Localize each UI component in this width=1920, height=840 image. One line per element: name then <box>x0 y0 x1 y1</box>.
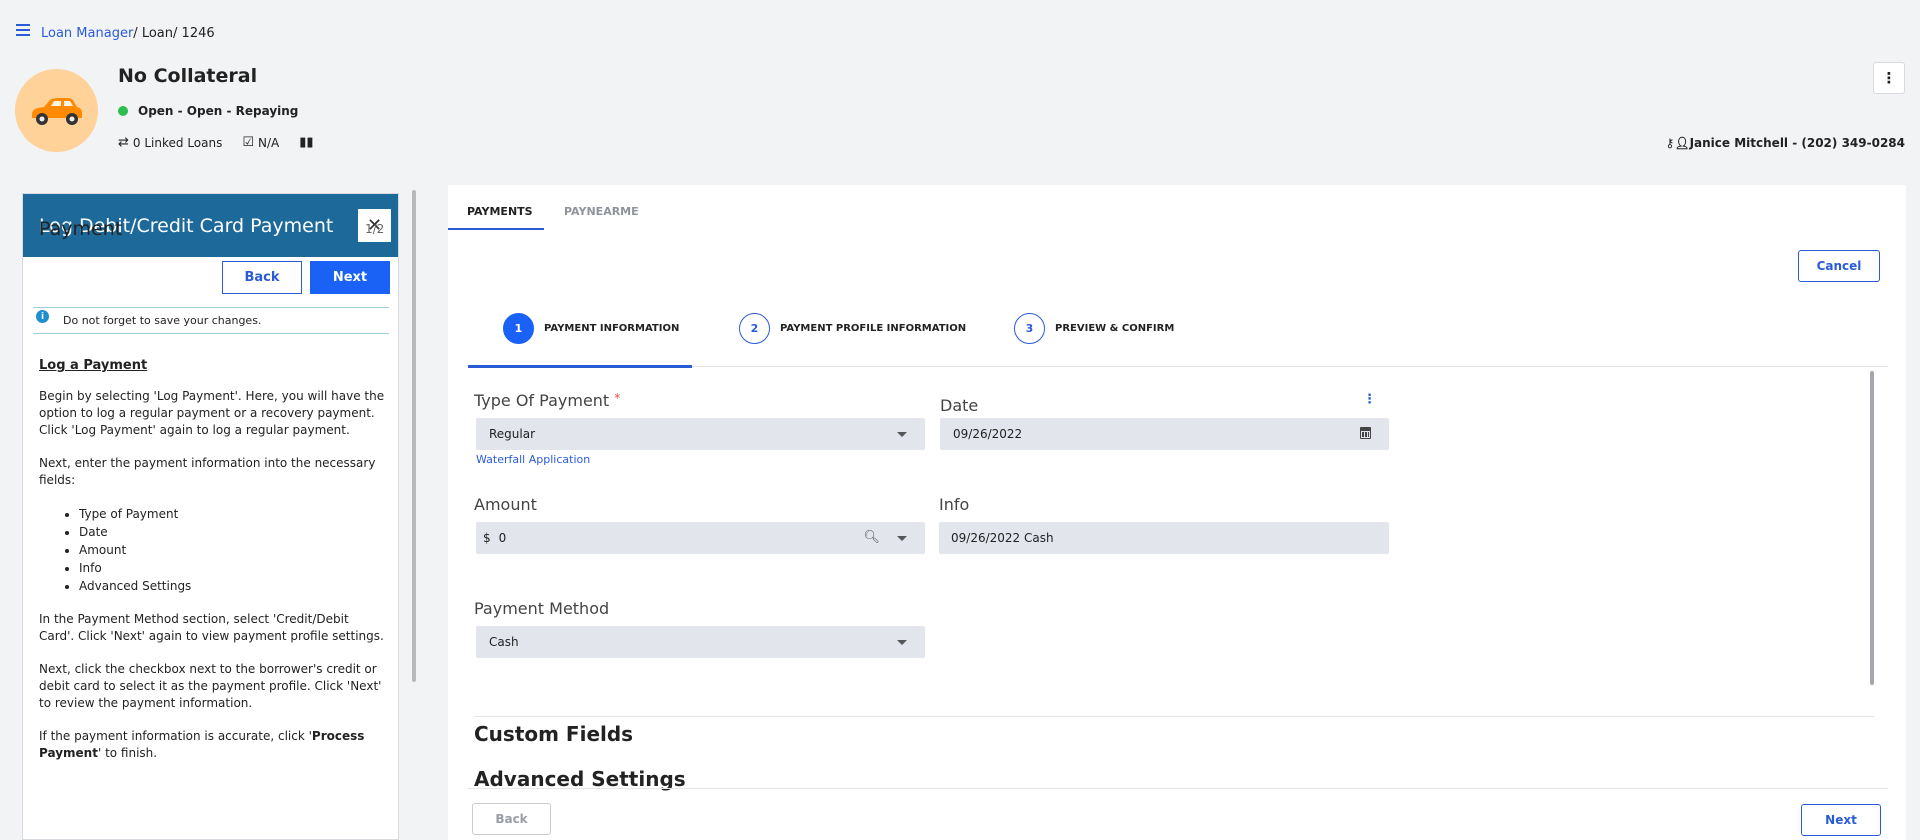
guide-panel: Log Debit/Credit Card Payment ✕ Payment … <box>22 193 399 840</box>
breadcrumb-loan: Loan <box>141 26 174 41</box>
tab-paynearme[interactable]: PAYNEARME <box>564 205 639 218</box>
step-preview-confirm[interactable]: 3 PREVIEW & CONFIRM <box>1014 313 1174 344</box>
status-badge: Open - Open - Repaying <box>118 104 298 118</box>
kebab-icon: ⋮ <box>1881 69 1897 87</box>
footer-divider <box>468 788 1888 789</box>
tab-bar: PAYMENTS PAYNEARME <box>448 185 1906 233</box>
user-icon: 👤︎ <box>1674 136 1690 150</box>
search-icon[interactable]: 🔍︎ <box>863 530 880 545</box>
amount-label: Amount <box>474 495 537 514</box>
guide-body: Log a Payment Begin by selecting 'Log Pa… <box>39 357 387 778</box>
active-tab-indicator <box>448 228 544 230</box>
stepper: 1 PAYMENT INFORMATION 2 PAYMENT PROFILE … <box>468 313 1888 353</box>
list-item: Date <box>79 523 387 541</box>
type-of-payment-select[interactable]: Regular <box>476 418 925 450</box>
avatar <box>15 69 98 152</box>
save-notice: i Do not forget to save your changes. <box>33 307 389 334</box>
menu-icon[interactable] <box>16 24 30 39</box>
status-dot-icon <box>118 106 128 116</box>
more-options-button[interactable]: ⋮ <box>1873 62 1905 94</box>
info-icon: i <box>36 310 49 323</box>
breadcrumb: Loan Manager/ Loan/ 1246 <box>41 26 215 41</box>
list-item: Advanced Settings <box>79 577 387 595</box>
date-field[interactable]: 09/26/2022 <box>940 418 1389 450</box>
guide-section-title: Log a Payment <box>39 358 148 373</box>
guide-paragraph: Next, click the checkbox next to the bor… <box>39 662 382 710</box>
step-payment-profile-information[interactable]: 2 PAYMENT PROFILE INFORMATION <box>739 313 966 344</box>
due-date: ☑ N/A <box>242 135 280 150</box>
date-label: Date <box>940 396 979 415</box>
list-item: Amount <box>79 541 387 559</box>
back-button[interactable]: Back <box>472 803 551 835</box>
guide-back-button[interactable]: Back <box>222 261 302 294</box>
date-options-kebab-icon[interactable]: ⋮ <box>1363 392 1376 407</box>
borrower-contact[interactable]: ⚷👤︎Janice Mitchell - (202) 349-0284 <box>1666 136 1905 150</box>
guide-field-list: Type of Payment Date Amount Info Advance… <box>79 505 387 595</box>
folder-icon[interactable]: ▮▮ <box>299 135 317 150</box>
waterfall-application-link[interactable]: Waterfall Application <box>476 453 590 466</box>
loan-title: No Collateral <box>118 65 258 87</box>
guide-next-button[interactable]: Next <box>310 261 390 294</box>
guide-page-count: 1/2 <box>365 222 385 236</box>
tab-payments[interactable]: PAYMENTS <box>467 205 533 218</box>
type-of-payment-label: Type Of Payment * <box>474 391 621 410</box>
form-scrollbar[interactable] <box>1870 371 1874 685</box>
amount-field[interactable]: $ 0 🔍︎ <box>476 522 925 554</box>
cancel-button[interactable]: Cancel <box>1798 250 1880 282</box>
guide-scrollbar[interactable] <box>412 190 416 682</box>
step-payment-information[interactable]: 1 PAYMENT INFORMATION <box>503 313 679 344</box>
status-text: Open - Open - Repaying <box>138 104 299 118</box>
linked-loans[interactable]: ⇄ 0 Linked Loans <box>118 135 222 150</box>
payment-method-select[interactable]: Cash <box>476 626 925 658</box>
guide-paragraph: In the Payment Method section, select 'C… <box>39 612 384 643</box>
currency-symbol: $ <box>483 531 491 545</box>
breadcrumb-loan-id: 1246 <box>181 26 215 41</box>
chevron-down-icon[interactable] <box>897 536 907 541</box>
loan-meta: ⇄ 0 Linked Loans ☑ N/A ▮▮ <box>118 135 338 150</box>
guide-paragraph: If the payment information is accurate, … <box>39 729 365 760</box>
custom-fields-heading[interactable]: Custom Fields <box>474 722 633 746</box>
chevron-down-icon <box>897 432 907 437</box>
guide-paragraph: Next, enter the payment information into… <box>39 456 376 487</box>
payment-method-label: Payment Method <box>474 599 610 618</box>
info-field[interactable]: 09/26/2022 Cash <box>939 522 1389 554</box>
list-item: Type of Payment <box>79 505 387 523</box>
breadcrumb-loan-manager[interactable]: Loan Manager <box>41 26 133 41</box>
section-divider <box>474 716 1874 717</box>
info-label: Info <box>939 495 970 514</box>
swap-arrows-icon: ⇄ <box>118 135 129 150</box>
list-item: Info <box>79 559 387 577</box>
next-button[interactable]: Next <box>1801 804 1881 836</box>
car-icon <box>32 98 82 125</box>
payment-card: PAYMENTS PAYNEARME Cancel 1 PAYMENT INFO… <box>448 185 1906 840</box>
chevron-down-icon <box>897 640 907 645</box>
calendar-icon[interactable] <box>1360 427 1371 439</box>
active-step-indicator <box>468 365 692 368</box>
guide-paragraph: Begin by selecting 'Log Payment'. Here, … <box>39 389 385 437</box>
guide-heading: Payment <box>39 218 123 240</box>
calendar-check-icon: ☑ <box>242 135 254 150</box>
